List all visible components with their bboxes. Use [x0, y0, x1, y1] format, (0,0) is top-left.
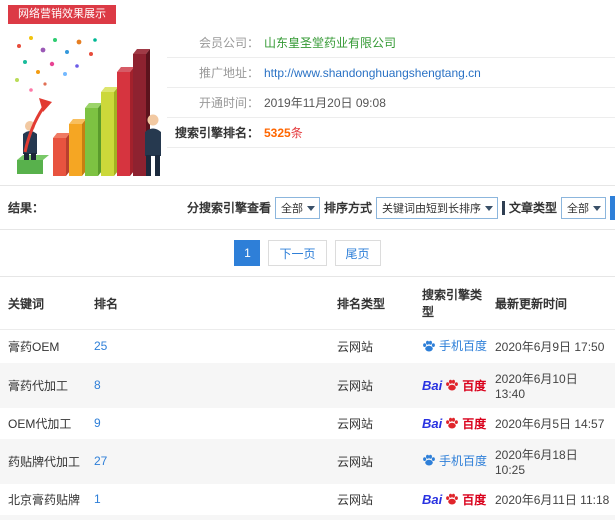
- mobile-baidu-icon: [422, 453, 436, 467]
- filters: 分搜索引擎查看 全部 排序方式 关键词由短到长排序 文章类型 全部 提交: [187, 195, 615, 220]
- table-header-row: 关键词 排名 排名类型 搜索引擎类型 最新更新时间: [0, 276, 615, 330]
- engine-rank-value: 5325条: [264, 124, 303, 141]
- sort-filter-label: 排序方式: [324, 201, 373, 215]
- company-row: 会员公司： 山东皇圣堂药业有限公司: [167, 28, 615, 58]
- separator: [502, 200, 506, 215]
- chevron-down-icon: [593, 205, 602, 211]
- member-info-section: 会员公司： 山东皇圣堂药业有限公司 推广地址： http://www.shand…: [0, 28, 615, 186]
- rank-type-cell: 云网站: [337, 378, 374, 393]
- company-label: 会员公司：: [198, 36, 259, 50]
- page: 网络营销效果展示 会员公司： 山东皇圣堂药业有限公司 推广地址： http://…: [0, 0, 615, 520]
- baidu-paw-icon: [445, 492, 459, 506]
- top-bar: 网络营销效果展示: [0, 0, 615, 28]
- mobile-baidu-icon: [422, 339, 436, 353]
- engine-filter-label: 分搜索引擎查看: [187, 201, 272, 215]
- url-row: 推广地址： http://www.shandonghuangshengtang.…: [167, 58, 615, 88]
- page-title: 网络营销效果展示: [8, 5, 116, 24]
- rank-type-cell: 云网站: [337, 416, 374, 431]
- engine-filter-select[interactable]: 全部: [275, 196, 321, 219]
- header-rank-type: 排名类型: [333, 276, 418, 330]
- rank-type-cell: 云网站: [337, 492, 374, 507]
- baidu-logo-text: Bai: [422, 415, 443, 431]
- updated-cell: 2020年6月10日 13:40: [495, 371, 578, 401]
- header-keyword: 关键词: [0, 276, 90, 330]
- rank-type-cell: 云网站: [337, 339, 374, 354]
- engine-label: 百度: [462, 416, 487, 431]
- page-number-1[interactable]: 1: [234, 240, 261, 266]
- rank-link[interactable]: 27: [94, 454, 107, 468]
- engine-filter-value: 全部: [281, 202, 304, 215]
- open-time-value: 2019年11月20日 09:08: [264, 96, 386, 110]
- rank-link[interactable]: 8: [94, 378, 101, 392]
- engine-cell: 手机百度: [422, 337, 487, 354]
- baidu-paw-icon: [445, 378, 459, 392]
- engine-label: 手机百度: [439, 453, 488, 468]
- result-label: 结果：: [8, 201, 45, 215]
- sort-filter-value: 关键词由短到长排序: [382, 202, 482, 215]
- article-type-value: 全部: [567, 202, 590, 215]
- chevron-down-icon: [485, 205, 494, 211]
- engine-label: 百度: [462, 378, 487, 393]
- table-row: 枣庄膏药加工 1,4,6 云网站 手机百度 2020年6月18日 10:19: [0, 514, 615, 520]
- engine-cell: Bai 百度: [422, 377, 486, 394]
- rank-type-cell: 云网站: [337, 454, 374, 469]
- keyword-cell: 枣庄膏药加工: [0, 515, 90, 520]
- company-link[interactable]: 山东皇圣堂药业有限公司: [264, 34, 396, 51]
- rank-unit: 条: [290, 126, 303, 140]
- baidu-logo-text: Bai: [422, 377, 443, 393]
- pagination: 1 下一页 尾页: [0, 230, 615, 276]
- engine-cell: Bai 百度: [422, 491, 486, 508]
- updated-cell: 2020年6月18日 10:25: [495, 447, 578, 477]
- keyword-rank-table: 关键词 排名 排名类型 搜索引擎类型 最新更新时间 膏药OEM 25 云网站 手…: [0, 276, 615, 520]
- marketing-illustration: [5, 28, 167, 180]
- header-updated: 最新更新时间: [491, 276, 615, 330]
- filter-bar: 结果： 分搜索引擎查看 全部 排序方式 关键词由短到长排序 文章类型 全部 提交: [0, 186, 615, 230]
- table-row: OEM代加工 9 云网站 Bai 百度 2020年6月5日 14:57: [0, 408, 615, 439]
- rank-link[interactable]: 25: [94, 339, 107, 353]
- rank-type-cell: 云网站: [333, 515, 418, 520]
- table-row: 北京膏药贴牌 1 云网站 Bai 百度 2020年6月11日 11:18: [0, 484, 615, 515]
- header-rank: 排名: [90, 276, 333, 330]
- baidu-logo-text: Bai: [422, 491, 443, 507]
- keyword-cell: 膏药OEM: [8, 339, 60, 354]
- engine-label: 百度: [462, 492, 487, 507]
- article-type-label: 文章类型: [509, 201, 558, 215]
- submit-button[interactable]: 提交: [610, 195, 615, 220]
- engine-rank-label: 搜索引擎排名：: [174, 126, 259, 140]
- rank-link[interactable]: 9: [94, 416, 101, 430]
- table-row: 膏药OEM 25 云网站 手机百度 2020年6月9日 17:50: [0, 330, 615, 363]
- member-info-list: 会员公司： 山东皇圣堂药业有限公司 推广地址： http://www.shand…: [167, 28, 615, 185]
- table-row: 药贴牌代加工 27 云网站 手机百度 2020年6月18日 10:25: [0, 438, 615, 484]
- open-time-label: 开通时间：: [198, 96, 259, 110]
- article-type-select[interactable]: 全部: [561, 196, 607, 219]
- header-engine-type: 搜索引擎类型: [418, 276, 491, 330]
- updated-cell: 2020年6月11日 11:18: [495, 492, 610, 507]
- keyword-cell: 北京膏药贴牌: [8, 492, 81, 507]
- url-label: 推广地址：: [198, 66, 259, 80]
- promo-url-link[interactable]: http://www.shandonghuangshengtang.cn: [264, 66, 481, 80]
- engine-cell: 手机百度: [422, 452, 487, 469]
- next-page-button[interactable]: 下一页: [268, 240, 327, 266]
- updated-cell: 2020年6月18日 10:19: [491, 515, 615, 520]
- engine-rank-row: 搜索引擎排名： 5325条: [167, 118, 615, 148]
- updated-cell: 2020年6月9日 17:50: [495, 339, 605, 354]
- open-time-row: 开通时间： 2019年11月20日 09:08: [167, 88, 615, 118]
- keyword-cell: 膏药代加工: [8, 378, 69, 393]
- last-page-button[interactable]: 尾页: [334, 240, 381, 266]
- rank-link[interactable]: 1: [94, 492, 101, 506]
- rank-count: 5325: [264, 126, 291, 140]
- keyword-cell: 药贴牌代加工: [8, 454, 81, 469]
- baidu-paw-icon: [445, 416, 459, 430]
- sort-filter-select[interactable]: 关键词由短到长排序: [376, 196, 499, 219]
- engine-label: 手机百度: [439, 339, 488, 353]
- keyword-cell: OEM代加工: [8, 416, 72, 431]
- table-row: 膏药代加工 8 云网站 Bai 百度 2020年6月10日 13:40: [0, 362, 615, 408]
- engine-cell: Bai 百度: [422, 415, 486, 432]
- chevron-down-icon: [307, 205, 316, 211]
- updated-cell: 2020年6月5日 14:57: [495, 416, 605, 431]
